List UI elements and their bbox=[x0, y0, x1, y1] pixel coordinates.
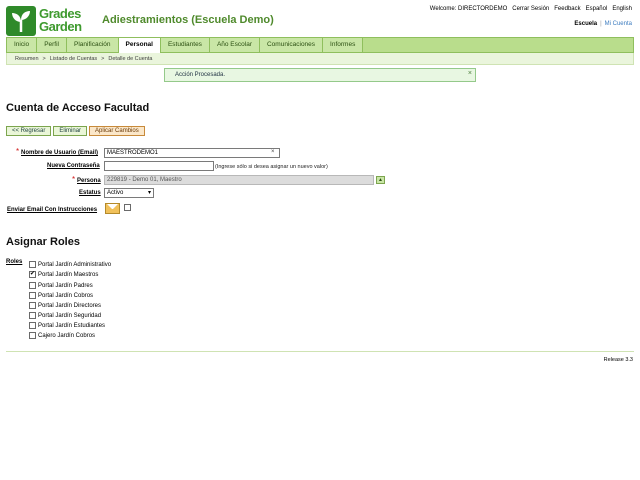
status-select[interactable]: Activo ▾ bbox=[104, 188, 154, 198]
sprout-icon bbox=[6, 6, 36, 36]
school-links: Escuela | Mi Cuenta bbox=[574, 21, 632, 27]
breadcrumb-detalle: Detalle de Cuenta bbox=[108, 55, 153, 62]
back-button[interactable]: << Regresar bbox=[6, 126, 52, 136]
email-instructions-checkbox[interactable] bbox=[124, 204, 131, 211]
password-hint: (Ingrese sólo si desea asignar un nuevo … bbox=[215, 164, 328, 170]
lookup-icon[interactable]: ▲ bbox=[376, 176, 385, 184]
person-label: Persona bbox=[77, 178, 101, 184]
role-label: Portal Jardín Padres bbox=[38, 282, 93, 289]
apply-changes-button[interactable]: Aplicar Cambios bbox=[89, 126, 145, 136]
breadcrumb: Resumen > Listado de Cuentas > Detalle d… bbox=[6, 53, 634, 65]
school-links-separator: | bbox=[600, 21, 602, 27]
role-label: Portal Jardín Estudiantes bbox=[38, 322, 106, 329]
breadcrumb-separator: > bbox=[101, 55, 105, 62]
tab-perfil[interactable]: Perfil bbox=[37, 38, 67, 52]
status-value: Activo bbox=[107, 190, 124, 196]
required-marker: * bbox=[72, 175, 76, 184]
tab-personal[interactable]: Personal bbox=[118, 38, 161, 54]
status-label: Estatus bbox=[79, 190, 101, 196]
role-label: Portal Jardín Directores bbox=[38, 302, 102, 309]
role-label: Portal Jardín Administrativo bbox=[38, 261, 112, 268]
feedback-link[interactable]: Feedback bbox=[554, 6, 580, 12]
email-instructions-label: Enviar Email Con Instrucciones bbox=[7, 207, 98, 213]
logo-line2: Garden bbox=[39, 19, 82, 34]
page-title: Cuenta de Acceso Facultad bbox=[6, 102, 150, 114]
tab-comunicaciones[interactable]: Comunicaciones bbox=[259, 38, 324, 52]
close-icon[interactable]: × bbox=[468, 70, 472, 77]
role-label: Portal Jardín Maestros bbox=[38, 271, 99, 278]
breadcrumb-listado[interactable]: Listado de Cuentas bbox=[50, 56, 97, 62]
role-checkbox[interactable]: ✔ bbox=[29, 271, 36, 278]
role-checkbox[interactable] bbox=[29, 332, 36, 339]
main-nav: Inicio Perfil Planificación Personal Est… bbox=[6, 37, 634, 54]
action-buttons: << Regresar Eliminar Aplicar Cambios bbox=[6, 126, 145, 136]
role-label: Cajero Jardín Cobros bbox=[38, 332, 96, 339]
envelope-icon bbox=[105, 203, 120, 214]
role-item[interactable]: Portal Jardín Administrativo bbox=[29, 260, 111, 269]
role-item[interactable]: ✔ Portal Jardín Maestros bbox=[29, 270, 98, 279]
tab-planificacion[interactable]: Planificación bbox=[67, 38, 119, 52]
success-alert: Acción Procesada. × bbox=[164, 68, 476, 82]
role-label: Portal Jardín Seguridad bbox=[38, 312, 102, 319]
tab-inicio[interactable]: Inicio bbox=[7, 38, 38, 52]
spanish-link[interactable]: Español bbox=[586, 6, 608, 12]
tab-ano-escolar[interactable]: Año Escolar bbox=[209, 38, 260, 52]
grades-garden-logo[interactable]: Grades Garden bbox=[6, 6, 94, 36]
username-label: Nombre de Usuario (Email) bbox=[21, 150, 99, 156]
release-version: Release 3.3 bbox=[603, 357, 633, 363]
role-checkbox[interactable] bbox=[29, 322, 36, 329]
roles-section-title: Asignar Roles bbox=[6, 236, 80, 248]
role-item[interactable]: Portal Jardín Cobros bbox=[29, 291, 93, 300]
tab-estudiantes[interactable]: Estudiantes bbox=[160, 38, 210, 52]
welcome-text: Welcome: DIRECTORDEMO bbox=[429, 6, 508, 12]
role-checkbox[interactable] bbox=[29, 302, 36, 309]
role-item[interactable]: Portal Jardín Seguridad bbox=[29, 311, 101, 320]
delete-button[interactable]: Eliminar bbox=[53, 126, 88, 136]
my-account-link[interactable]: Mi Cuenta bbox=[605, 21, 632, 27]
role-checkbox[interactable] bbox=[29, 282, 36, 289]
logo-text: Grades Garden bbox=[39, 7, 82, 33]
role-checkbox[interactable] bbox=[29, 261, 36, 268]
username-input[interactable]: MAESTRODEMO1 bbox=[104, 148, 280, 158]
top-links: Welcome: DIRECTORDEMO Cerrar Sesión Feed… bbox=[430, 6, 632, 12]
role-checkbox[interactable] bbox=[29, 312, 36, 319]
app-title: Adiestramientos (Escuela Demo) bbox=[102, 14, 274, 26]
breadcrumb-separator: > bbox=[42, 55, 46, 62]
alert-message: Acción Procesada. bbox=[175, 72, 226, 78]
logout-link[interactable]: Cerrar Sesión bbox=[512, 6, 549, 12]
role-item[interactable]: Portal Jardín Padres bbox=[29, 281, 93, 290]
role-item[interactable]: Cajero Jardín Cobros bbox=[29, 331, 95, 340]
role-item[interactable]: Portal Jardín Estudiantes bbox=[29, 321, 105, 330]
role-item[interactable]: Portal Jardín Directores bbox=[29, 301, 101, 310]
password-input[interactable] bbox=[104, 161, 214, 171]
footer-divider bbox=[6, 351, 634, 352]
roles-label: Roles bbox=[6, 259, 23, 265]
chevron-down-icon: ▾ bbox=[147, 190, 151, 196]
tab-informes[interactable]: Informes bbox=[323, 38, 364, 52]
required-marker: * bbox=[16, 147, 20, 156]
breadcrumb-resumen[interactable]: Resumen bbox=[15, 56, 39, 62]
password-label: Nueva Contraseña bbox=[47, 163, 100, 169]
role-label: Portal Jardín Cobros bbox=[38, 292, 94, 299]
school-link[interactable]: Escuela bbox=[574, 21, 597, 27]
person-input: 229819 - Demo 01, Maestro bbox=[104, 175, 374, 185]
english-link[interactable]: English bbox=[612, 6, 632, 12]
role-checkbox[interactable] bbox=[29, 292, 36, 299]
clear-icon[interactable]: × bbox=[271, 149, 275, 155]
